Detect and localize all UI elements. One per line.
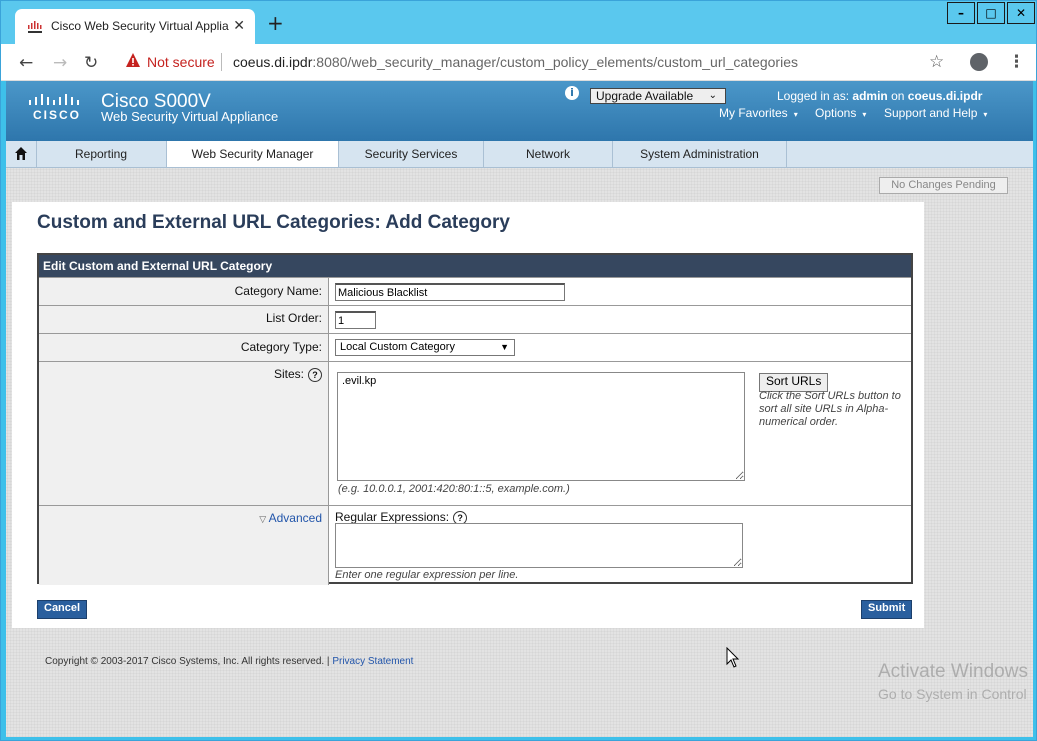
app-header: CISCO Cisco S000V Web Security Virtual A… — [6, 81, 1033, 141]
warning-icon — [126, 53, 140, 67]
url-host: coeus.di.ipdr — [233, 54, 313, 70]
page-content: CISCO Cisco S000V Web Security Virtual A… — [6, 81, 1033, 737]
privacy-statement-link[interactable]: Privacy Statement — [332, 656, 413, 667]
sites-row: Sites:? .evil.kp Sort URLs Click the Sor… — [39, 361, 911, 505]
info-icon[interactable]: i — [565, 86, 579, 100]
category-name-row: Category Name: — [39, 277, 911, 305]
browser-tab[interactable]: Cisco Web Security Virtual Applia ✕ — [15, 9, 255, 44]
submit-button[interactable]: Submit — [861, 600, 913, 619]
regex-textarea[interactable] — [335, 523, 743, 568]
options-label: Options — [815, 106, 857, 120]
form-section-title: Edit Custom and External URL Category — [39, 255, 911, 277]
chevron-down-icon: ⌄ — [708, 90, 717, 101]
tab-reporting[interactable]: Reporting — [36, 141, 167, 167]
sort-urls-help: Click the Sort URLs button to sort all s… — [759, 390, 901, 428]
sites-example-hint: (e.g. 10.0.0.1, 2001:420:80:1::5, exampl… — [338, 483, 570, 495]
dropdown-arrow-icon: ▼ — [500, 342, 509, 352]
list-order-label: List Order: — [39, 306, 329, 333]
triangle-down-icon: ▽ — [259, 514, 269, 524]
tab-network[interactable]: Network — [484, 141, 613, 167]
bookmark-star-icon[interactable]: ☆ — [929, 52, 944, 72]
tab-web-security-manager[interactable]: Web Security Manager — [167, 141, 339, 167]
advanced-label: Advanced — [268, 511, 322, 525]
svg-text:CISCO: CISCO — [33, 108, 81, 121]
support-help-menu[interactable]: Support and Help ▾ — [884, 106, 987, 120]
close-window-icon[interactable]: ✕ — [1007, 2, 1035, 24]
username: admin — [852, 89, 888, 103]
advanced-toggle[interactable]: ▽ Advanced — [39, 506, 329, 585]
content-panel: Custom and External URL Categories: Add … — [12, 202, 924, 628]
category-name-label: Category Name: — [39, 278, 329, 305]
caret-down-icon: ▾ — [862, 110, 867, 119]
not-secure-label: Not secure — [147, 54, 215, 70]
activate-windows-subtext: Go to System in Control — [878, 686, 1027, 702]
footer: Copyright © 2003-2017 Cisco Systems, Inc… — [45, 656, 413, 667]
tab-title: Cisco Web Security Virtual Applia — [51, 19, 229, 33]
url-path: :8080/web_security_manager/custom_policy… — [312, 54, 798, 70]
more-menu-icon[interactable]: ⋮ — [1008, 52, 1025, 72]
no-changes-pending-button[interactable]: No Changes Pending — [879, 177, 1008, 194]
new-tab-button[interactable]: + — [267, 13, 284, 33]
options-menu[interactable]: Options ▾ — [815, 106, 866, 120]
category-type-label: Category Type: — [39, 334, 329, 361]
upgrade-label: Upgrade Available — [596, 89, 694, 103]
reload-icon[interactable]: ↻ — [84, 53, 98, 73]
minimize-icon[interactable]: – — [947, 2, 975, 24]
support-help-label: Support and Help — [884, 106, 978, 120]
window-controls: – □ ✕ — [945, 2, 1035, 24]
tab-strip: Cisco Web Security Virtual Applia ✕ + – … — [1, 1, 1036, 44]
forward-arrow-icon[interactable]: → — [53, 53, 67, 73]
tab-security-services[interactable]: Security Services — [339, 141, 484, 167]
browser-window: Cisco Web Security Virtual Applia ✕ + – … — [0, 0, 1037, 741]
url-text: coeus.di.ipdr:8080/web_security_manager/… — [233, 54, 798, 70]
upgrade-available-dropdown[interactable]: Upgrade Available ⌄ — [590, 88, 726, 104]
caret-down-icon: ▾ — [793, 110, 798, 119]
cancel-button[interactable]: Cancel — [37, 600, 88, 619]
maximize-icon[interactable]: □ — [977, 2, 1005, 24]
regex-hint: Enter one regular expression per line. — [335, 569, 519, 581]
page-title: Custom and External URL Categories: Add … — [37, 212, 510, 233]
tab-system-administration[interactable]: System Administration — [613, 141, 787, 167]
close-tab-icon[interactable]: ✕ — [233, 18, 245, 34]
my-favorites-label: My Favorites — [719, 106, 788, 120]
copyright-text: Copyright © 2003-2017 Cisco Systems, Inc… — [45, 656, 330, 667]
activate-windows-watermark: Activate Windows — [878, 661, 1028, 682]
category-type-row: Category Type: Local Custom Category ▼ — [39, 333, 911, 361]
category-type-select[interactable]: Local Custom Category ▼ — [335, 339, 515, 356]
product-subtitle: Web Security Virtual Appliance — [101, 109, 279, 124]
caret-down-icon: ▾ — [983, 110, 988, 119]
cisco-logo-icon: CISCO — [29, 94, 81, 121]
mouse-cursor-icon — [726, 647, 740, 668]
home-icon[interactable] — [6, 141, 37, 167]
hostname: coeus.di.ipdr — [907, 89, 983, 103]
main-nav: Reporting Web Security Manager Security … — [6, 141, 1033, 168]
category-type-value: Local Custom Category — [340, 341, 455, 353]
list-order-row: List Order: — [39, 305, 911, 333]
cisco-favicon-icon — [28, 21, 42, 33]
logged-in-prefix: Logged in as: — [777, 89, 850, 103]
regex-label: Regular Expressions: — [335, 510, 450, 524]
profile-avatar-icon[interactable] — [970, 53, 988, 71]
address-bar[interactable]: Not secure coeus.di.ipdr:8080/web_securi… — [119, 49, 919, 75]
logged-in-info: Logged in as: admin on coeus.di.ipdr — [777, 89, 982, 103]
category-name-input[interactable] — [335, 283, 565, 301]
advanced-row: ▽ Advanced Regular Expressions:? Enter o… — [39, 505, 911, 585]
on-label: on — [891, 89, 905, 103]
back-arrow-icon[interactable]: ← — [19, 53, 33, 73]
sites-label: Sites: — [273, 367, 304, 381]
sites-label-cell: Sites:? — [39, 362, 329, 505]
help-icon[interactable]: ? — [308, 367, 322, 382]
sites-textarea[interactable]: .evil.kp — [337, 372, 745, 481]
my-favorites-menu[interactable]: My Favorites ▾ — [719, 106, 798, 120]
edit-category-form: Edit Custom and External URL Category Ca… — [37, 253, 913, 585]
browser-toolbar: ← → ↻ Not secure coeus.di.ipdr:8080/web_… — [1, 44, 1036, 81]
list-order-input[interactable] — [335, 311, 376, 329]
address-separator — [221, 53, 222, 71]
